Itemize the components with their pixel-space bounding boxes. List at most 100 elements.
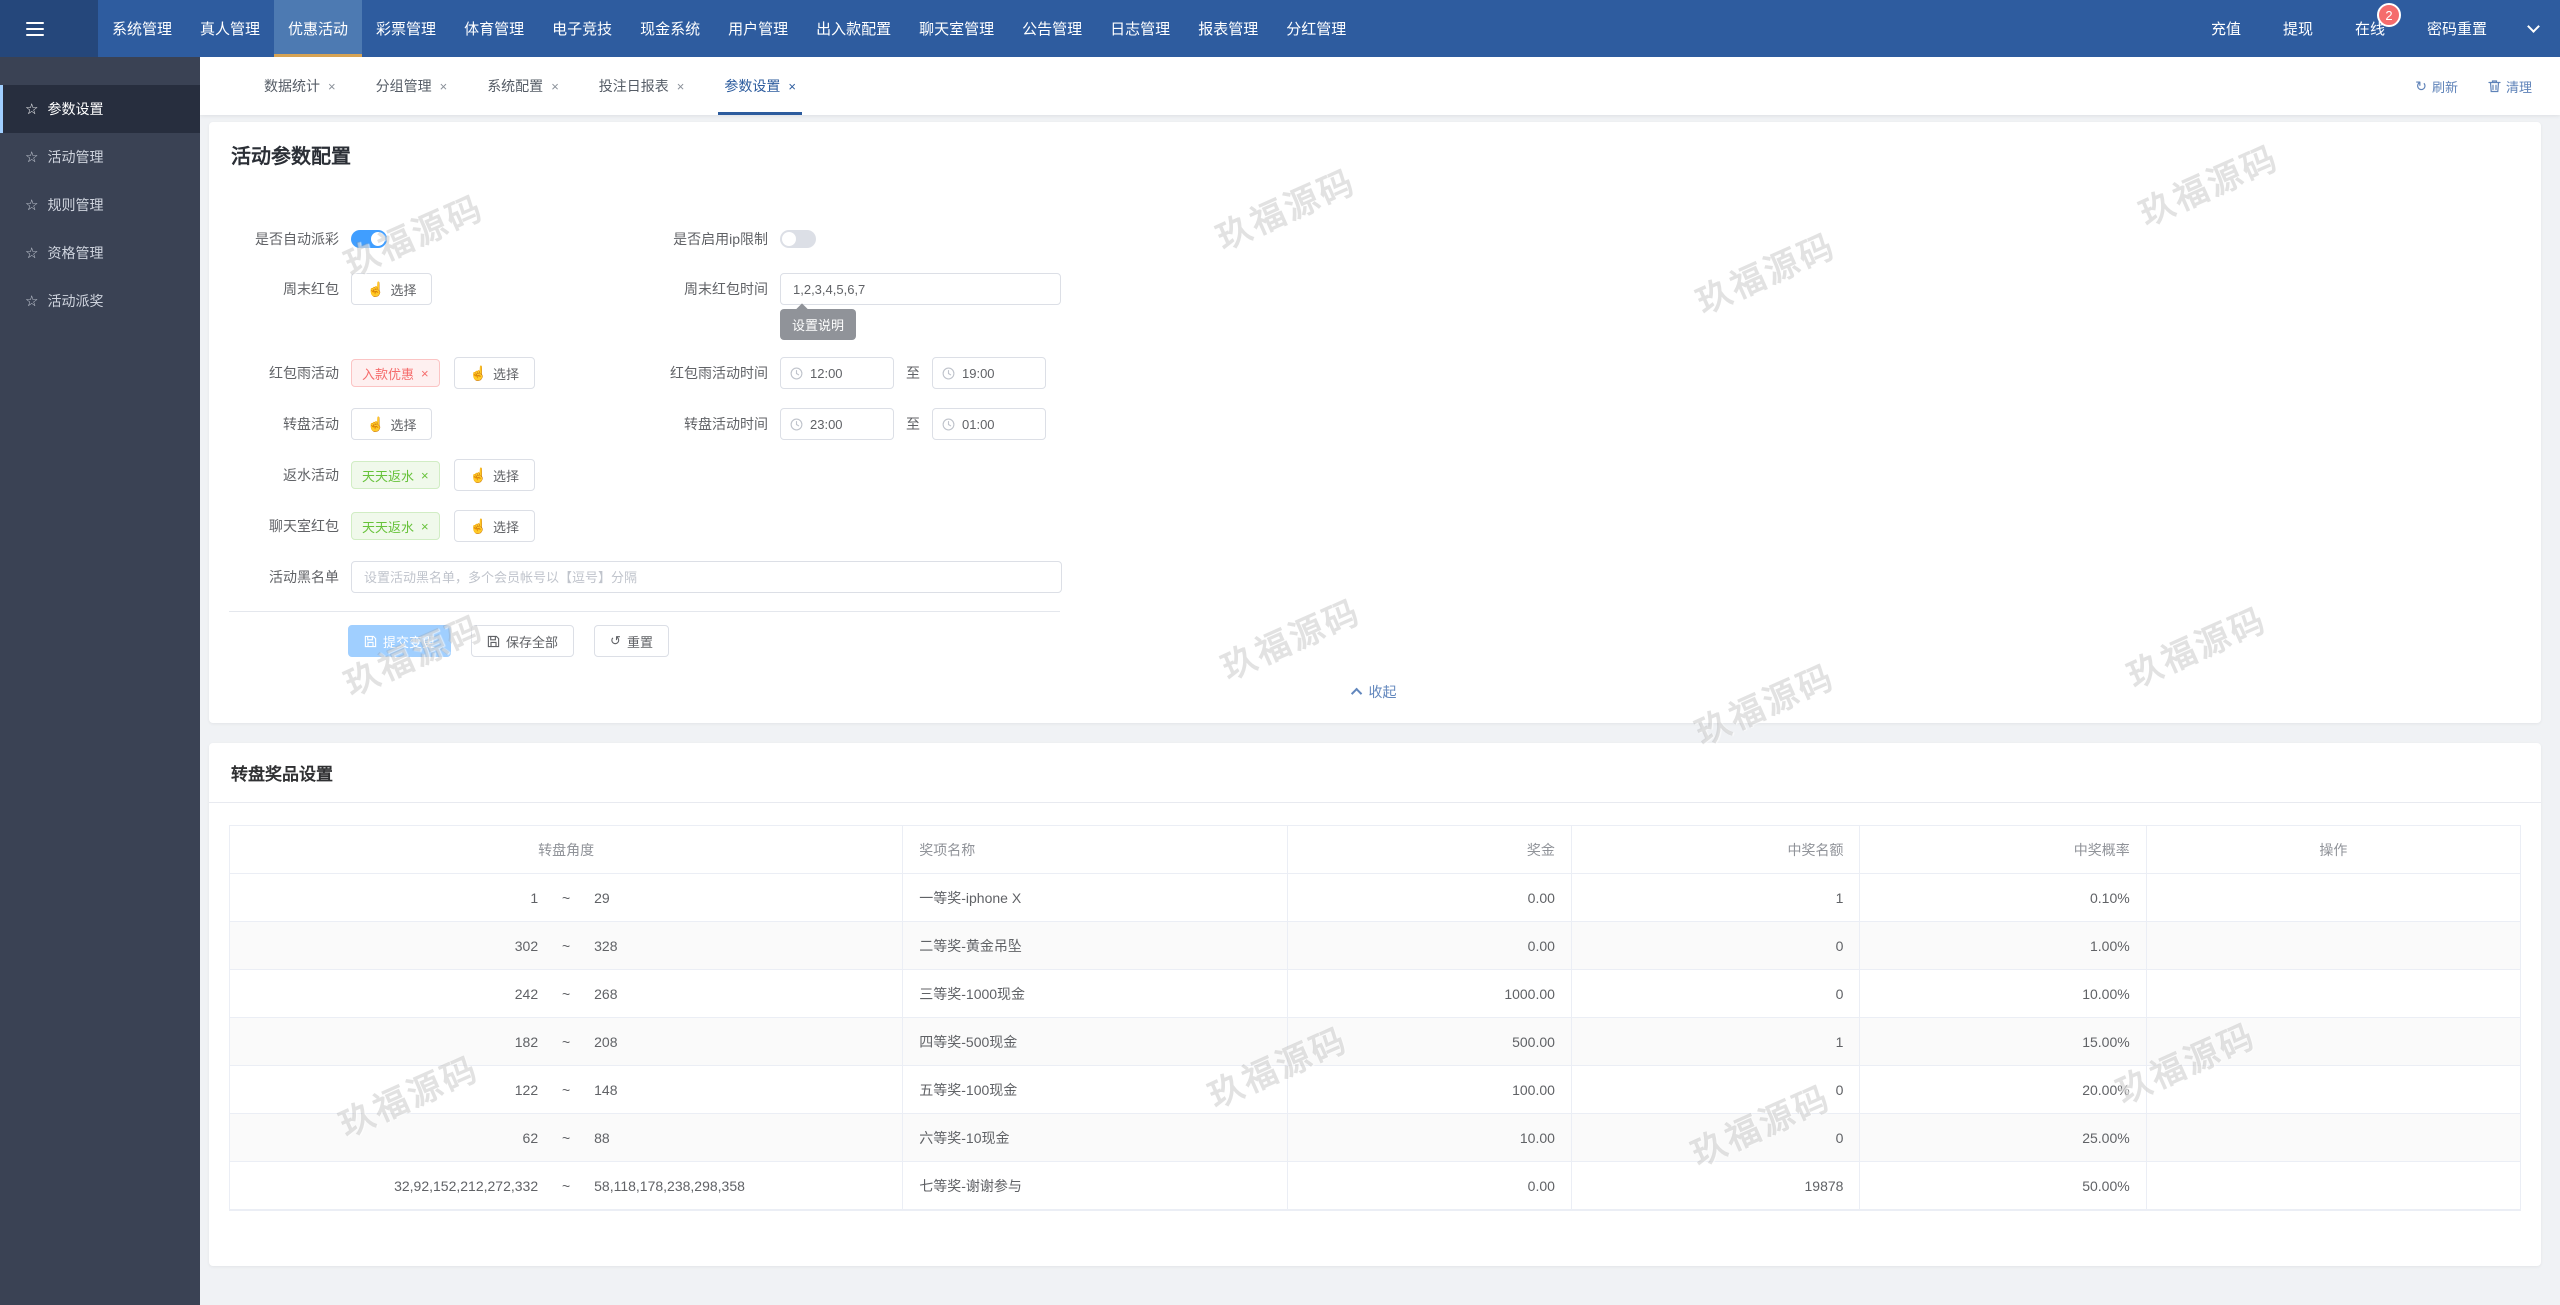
hand-pointer-icon: ☝ — [367, 281, 385, 297]
rebate-select-button[interactable]: ☝ 选择 — [453, 459, 536, 491]
navbar-menu-item-label: 系统管理 — [112, 21, 173, 38]
rain-end-time-input[interactable]: 19:00 — [932, 357, 1046, 389]
save-all-button[interactable]: 保存全部 — [471, 625, 575, 657]
close-icon[interactable]: × — [551, 79, 559, 94]
navbar-menu-item[interactable]: 出入款配置 — [802, 0, 905, 57]
chevron-down-icon[interactable] — [2527, 20, 2540, 33]
rebate-tag: 天天返水 × — [351, 461, 440, 489]
sidebar-item-label: 规则管理 — [47, 197, 104, 213]
wheel-start-time-input[interactable]: 23:00 — [780, 408, 894, 440]
tab[interactable]: 数据统计 × — [262, 57, 338, 115]
cell-prize-name: 三等奖-1000现金 — [903, 970, 1288, 1017]
submit-changes-button[interactable]: 提交变更 — [348, 625, 452, 657]
chevron-up-icon — [1350, 687, 1362, 700]
wheel-time-label: 转盘活动时间 — [684, 416, 768, 432]
clean-button[interactable]: 清理 — [2488, 77, 2532, 96]
cell-prize-name: 五等奖-100现金 — [903, 1066, 1288, 1113]
cell-wheel-angle: 302 ~328 — [230, 922, 904, 969]
sidebar-item[interactable]: ☆ 活动派奖 — [0, 277, 200, 325]
cell-win-probability: 25.00% — [1860, 1114, 2147, 1161]
col-win-quota: 中奖名额 — [1572, 826, 1861, 873]
tab[interactable]: 参数设置 × — [718, 57, 802, 115]
col-wheel-angle: 转盘角度 — [230, 826, 904, 873]
navbar-user-action[interactable]: 提现 — [2283, 18, 2313, 39]
collapse-link[interactable]: 收起 — [209, 682, 2541, 702]
rain-start-time-input[interactable]: 12:00 — [780, 357, 894, 389]
cell-wheel-angle: 182 ~208 — [230, 1018, 904, 1065]
tab-label: 参数设置 — [724, 78, 781, 94]
to-label: 至 — [906, 416, 920, 432]
weekend-select-button[interactable]: ☝ 选择 — [351, 273, 433, 305]
close-icon[interactable]: × — [440, 79, 448, 94]
navbar-menu-item[interactable]: 体育管理 — [450, 0, 538, 57]
table-row: 1 ~29 一等奖-iphone X 0.00 1 0.10% — [230, 874, 2520, 922]
sidebar-item[interactable]: ☆ 活动管理 — [0, 133, 200, 181]
cell-win-quota: 19878 — [1572, 1162, 1861, 1209]
redpacket-rain-select-button[interactable]: ☝ 选择 — [453, 357, 536, 389]
tag-close-icon[interactable]: × — [421, 366, 429, 381]
cell-prize-amount: 500.00 — [1288, 1018, 1572, 1065]
blacklist-label: 活动黑名单 — [269, 569, 339, 585]
close-icon[interactable]: × — [328, 79, 336, 94]
wheel-card-title: 转盘奖品设置 — [209, 743, 2541, 803]
reset-button[interactable]: ↺ 重置 — [594, 625, 669, 657]
table-row: 242 ~268 三等奖-1000现金 1000.00 0 10.00% — [230, 970, 2520, 1018]
navbar-menu-item[interactable]: 分红管理 — [1272, 0, 1360, 57]
auto-payout-label: 是否自动派彩 — [255, 231, 339, 247]
cell-action — [2147, 1018, 2520, 1065]
open-tabs: 数据统计 × 分组管理 × 系统配置 × 投注日报表 × 参数设置 × — [262, 57, 834, 115]
sidebar-item[interactable]: ☆ 参数设置 — [0, 85, 200, 133]
cell-wheel-angle: 32,92,152,212,272,332 ~58,118,178,238,298… — [230, 1162, 904, 1209]
wheel-prizes-table: 转盘角度 奖项名称 奖金 中奖名额 中奖概率 操作 1 ~29 一等奖-iphon… — [229, 825, 2521, 1211]
navbar-menu-item[interactable]: 系统管理 — [98, 0, 186, 57]
clean-label: 清理 — [2505, 79, 2532, 95]
navbar-menu-item-label: 分红管理 — [1286, 21, 1347, 38]
navbar-menu-item[interactable]: 公告管理 — [1008, 0, 1096, 57]
navbar-menu-item[interactable]: 优惠活动 — [274, 0, 363, 57]
navbar-user-action[interactable]: 在线 2 — [2355, 3, 2401, 39]
sidebar-item-label: 活动派奖 — [47, 293, 104, 309]
navbar-right-items: 充值 提现 在线 2 密码重置 — [2211, 3, 2487, 39]
sidebar-item[interactable]: ☆ 资格管理 — [0, 229, 200, 277]
navbar-user-action[interactable]: 密码重置 — [2427, 18, 2487, 39]
navbar-menu-item[interactable]: 日志管理 — [1096, 0, 1184, 57]
navbar-menu-item[interactable]: 彩票管理 — [362, 0, 450, 57]
cell-win-quota: 0 — [1572, 922, 1861, 969]
tab[interactable]: 分组管理 × — [374, 57, 450, 115]
navbar-menu-item[interactable]: 报表管理 — [1184, 0, 1272, 57]
cell-prize-amount: 0.00 — [1288, 1162, 1572, 1209]
clock-icon — [790, 418, 803, 430]
top-navbar: 系统管理 真人管理 优惠活动 彩票管理 体育管理 电子竞技 现金系统 用户管理 出入款配置 聊天室… — [0, 0, 2560, 57]
cell-action — [2147, 874, 2520, 921]
navbar-menu-item[interactable]: 用户管理 — [714, 0, 802, 57]
chatroom-select-button[interactable]: ☝ 选择 — [453, 510, 536, 542]
hamburger-icon[interactable] — [26, 21, 44, 36]
blacklist-input[interactable] — [351, 561, 1062, 593]
star-icon: ☆ — [25, 245, 39, 262]
sidebar-item[interactable]: ☆ 规则管理 — [0, 181, 200, 229]
tag-close-icon[interactable]: × — [421, 468, 429, 483]
navbar-menu-item[interactable]: 电子竞技 — [538, 0, 626, 57]
close-icon[interactable]: × — [788, 79, 796, 94]
redpacket-rain-tag: 入款优惠 × — [351, 359, 440, 387]
ip-limit-switch[interactable] — [780, 230, 816, 248]
navbar-user-action[interactable]: 充值 — [2211, 18, 2241, 39]
tag-close-icon[interactable]: × — [421, 519, 429, 534]
cell-win-quota: 0 — [1572, 1066, 1861, 1113]
navbar-menu-item-label: 电子竞技 — [552, 21, 613, 38]
wheel-select-button[interactable]: ☝ 选择 — [351, 408, 433, 440]
chatroom-redpacket-label: 聊天室红包 — [269, 518, 339, 534]
close-icon[interactable]: × — [677, 79, 685, 94]
navbar-menu-item-label: 出入款配置 — [816, 21, 892, 38]
navbar-menu-item-label: 用户管理 — [728, 21, 789, 38]
tab[interactable]: 系统配置 × — [485, 57, 561, 115]
navbar-menu-item[interactable]: 真人管理 — [186, 0, 274, 57]
auto-payout-switch[interactable] — [351, 230, 387, 248]
wheel-end-time-input[interactable]: 01:00 — [932, 408, 1046, 440]
weekend-time-input[interactable] — [780, 273, 1061, 305]
navbar-menu-item[interactable]: 聊天室管理 — [905, 0, 1008, 57]
refresh-button[interactable]: ↻ 刷新 — [2415, 77, 2458, 96]
tab[interactable]: 投注日报表 × — [597, 57, 687, 115]
tab-bar: 数据统计 × 分组管理 × 系统配置 × 投注日报表 × 参数设置 × ↻ 刷新 清理 — [200, 57, 2560, 115]
navbar-menu-item[interactable]: 现金系统 — [626, 0, 714, 57]
